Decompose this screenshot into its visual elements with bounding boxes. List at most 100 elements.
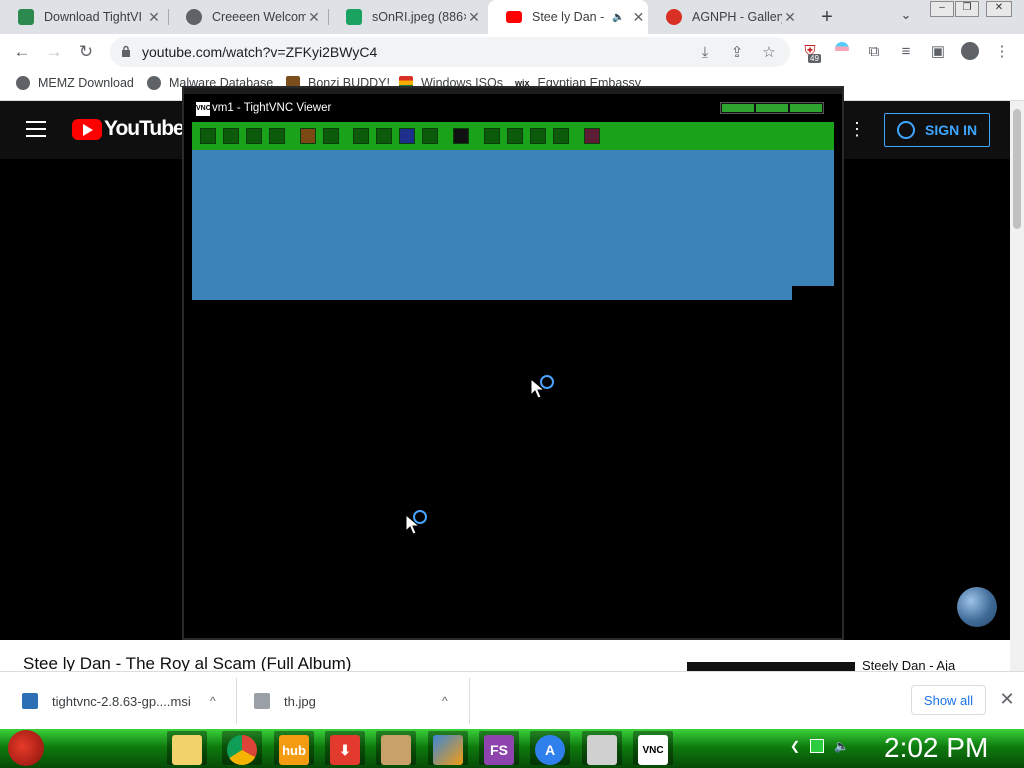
youtube-logo-icon[interactable] (72, 119, 102, 140)
minimize-button[interactable]: – (930, 1, 954, 17)
tightvnc-viewer-window[interactable]: VNC vm1 - TightVNC Viewer (182, 86, 844, 640)
zoom-in-icon[interactable] (484, 128, 500, 144)
ctrl-alt-del-icon[interactable] (353, 128, 369, 144)
more-options-icon[interactable]: ⋮ (848, 119, 866, 140)
scrollbar-thumb[interactable] (1013, 109, 1021, 229)
flag-extension-icon[interactable] (832, 42, 852, 62)
vnc-remote-screen[interactable] (192, 150, 834, 636)
install-app-icon[interactable]: ⤓ (696, 44, 714, 62)
browser-tab-strip: Download TightVI ✕ Creeeen Welcome ✕ sOn… (0, 0, 1024, 34)
vnc-titlebar[interactable]: VNC vm1 - TightVNC Viewer (184, 88, 842, 122)
taskbar-item-a-app[interactable]: A (530, 731, 570, 765)
new-connection-icon[interactable] (200, 128, 216, 144)
maximize-button[interactable]: ❐ (955, 1, 979, 17)
bookmark-label: MEMZ Download (38, 76, 134, 90)
tab-creeeen-welcome[interactable]: Creeeen Welcome ✕ (168, 0, 328, 34)
media-controls-icon[interactable]: ≡ (896, 42, 916, 62)
page-scrollbar[interactable] (1010, 101, 1024, 671)
taskbar-item-folder[interactable] (167, 731, 207, 765)
zoom-fit-icon[interactable] (553, 128, 569, 144)
refresh-screen-icon[interactable] (323, 128, 339, 144)
download-options-chevron-icon[interactable]: ^ (210, 694, 216, 708)
ctrl-lock-icon[interactable] (399, 128, 415, 144)
tab-sonri-jpeg[interactable]: sOnRI.jpeg (886× ✕ (328, 0, 488, 34)
download-separator (469, 678, 470, 724)
connection-info-icon[interactable] (269, 128, 285, 144)
tab-steely-dan-youtube[interactable]: Stee ly Dan - 🔈 ✕ (488, 0, 648, 34)
tab-search-chevron-icon[interactable]: ⌄ (896, 7, 916, 27)
forward-arrow-icon[interactable]: → (44, 42, 64, 62)
close-tab-icon[interactable]: ✕ (466, 9, 482, 26)
a-app-icon: A (535, 735, 565, 765)
zoom-100-icon[interactable] (530, 128, 546, 144)
bookmark-star-icon[interactable]: ☆ (760, 44, 778, 62)
taskbar-item-chrome[interactable] (222, 731, 262, 765)
audio-playing-icon[interactable]: 🔈 (612, 12, 624, 23)
file-transfer-icon[interactable] (453, 128, 469, 144)
taskbar-item-hub[interactable]: hub (274, 731, 314, 765)
taskbar-item-paint[interactable] (428, 731, 468, 765)
bookmark-memz-download[interactable]: MEMZ Download (16, 76, 134, 90)
reload-icon[interactable]: ↻ (76, 42, 96, 62)
extensions-puzzle-icon[interactable]: ⧉ (864, 42, 884, 62)
download-item-tightvnc[interactable]: tightvnc-2.8.63-gp....msi ^ (22, 672, 216, 730)
close-window-button[interactable]: ✕ (986, 1, 1012, 17)
show-hidden-icons-icon[interactable]: ❮ (790, 739, 800, 753)
globe-icon (186, 9, 202, 25)
snipping-icon (587, 735, 617, 765)
zoom-out-icon[interactable] (507, 128, 523, 144)
close-tab-icon[interactable]: ✕ (146, 9, 162, 26)
close-shelf-icon[interactable]: ✕ (998, 690, 1016, 708)
download-options-chevron-icon[interactable]: ^ (442, 694, 448, 708)
options-icon[interactable] (246, 128, 262, 144)
side-panel-icon[interactable]: ▣ (928, 42, 948, 62)
download-filename: th.jpg (284, 693, 316, 709)
chrome-menu-icon[interactable]: ⋮ (992, 42, 1012, 62)
alt-lock-icon[interactable] (422, 128, 438, 144)
taskbar: hub ⬇ FS A VNC ❮ 🔈 2:02 PM (0, 729, 1024, 768)
vnc-maximize-button[interactable] (756, 104, 788, 112)
win-key-icon[interactable] (376, 128, 392, 144)
youtube-wordmark[interactable]: YouTube (104, 117, 185, 141)
address-bar[interactable]: youtube.com/watch?v=ZFKyi2BWyC4 ⤓ ⇪ ☆ (110, 37, 790, 67)
vnc-close-button[interactable] (790, 104, 822, 112)
vnc-window-controls[interactable] (720, 102, 824, 114)
recommended-thumbnail[interactable] (687, 662, 855, 671)
taskbar-item-vnc[interactable]: VNC (633, 731, 673, 765)
taskbar-item-archive[interactable] (376, 731, 416, 765)
sign-in-button[interactable]: SIGN IN (884, 113, 990, 147)
new-tab-button[interactable]: + (816, 6, 838, 28)
start-button-angry-bird-icon[interactable] (8, 730, 44, 766)
download-filename: tightvnc-2.8.63-gp....msi (52, 693, 191, 709)
taskbar-item-fs[interactable]: FS (479, 731, 519, 765)
url-text[interactable]: youtube.com/watch?v=ZFKyi2BWyC4 (142, 44, 377, 60)
hub-icon: hub (279, 735, 309, 765)
taskbar-item-downloader[interactable]: ⬇ (325, 731, 365, 765)
tab-download-tightvnc[interactable]: Download TightVI ✕ (0, 0, 168, 34)
network-icon[interactable] (810, 739, 825, 753)
save-session-icon[interactable] (223, 128, 239, 144)
taskbar-item-snipping[interactable] (582, 731, 622, 765)
share-icon[interactable]: ⇪ (728, 44, 746, 62)
vnc-title-border (184, 88, 842, 94)
video-title: Stee ly Dan - The Roy al Scam (Full Albu… (23, 654, 352, 671)
pause-icon[interactable] (300, 128, 316, 144)
volume-icon[interactable]: 🔈 (834, 739, 849, 753)
recommended-video-title[interactable]: Steely Dan - Aja (862, 658, 955, 671)
browser-toolbar: ← → ↻ youtube.com/watch?v=ZFKyi2BWyC4 ⤓ … (0, 34, 1024, 70)
vnc-minimize-button[interactable] (722, 104, 754, 112)
taskbar-clock[interactable]: 2:02 PM (884, 732, 988, 764)
hamburger-menu-icon[interactable] (26, 121, 46, 137)
show-all-downloads-button[interactable]: Show all (911, 685, 986, 715)
close-tab-icon[interactable]: ✕ (630, 9, 646, 26)
profile-avatar-icon[interactable] (960, 42, 980, 62)
close-tab-icon[interactable]: ✕ (306, 9, 322, 26)
earth-globe-icon (957, 587, 997, 627)
download-item-th-jpg[interactable]: th.jpg ^ (254, 672, 448, 730)
tab-agnph-gallery[interactable]: AGNPH - Gallery ✕ (648, 0, 804, 34)
remote-desktop-area (192, 150, 834, 300)
close-tab-icon[interactable]: ✕ (782, 9, 798, 26)
fullscreen-icon[interactable] (584, 128, 600, 144)
back-arrow-icon[interactable]: ← (12, 42, 32, 62)
vnc-window-title: vm1 - TightVNC Viewer (212, 102, 332, 114)
